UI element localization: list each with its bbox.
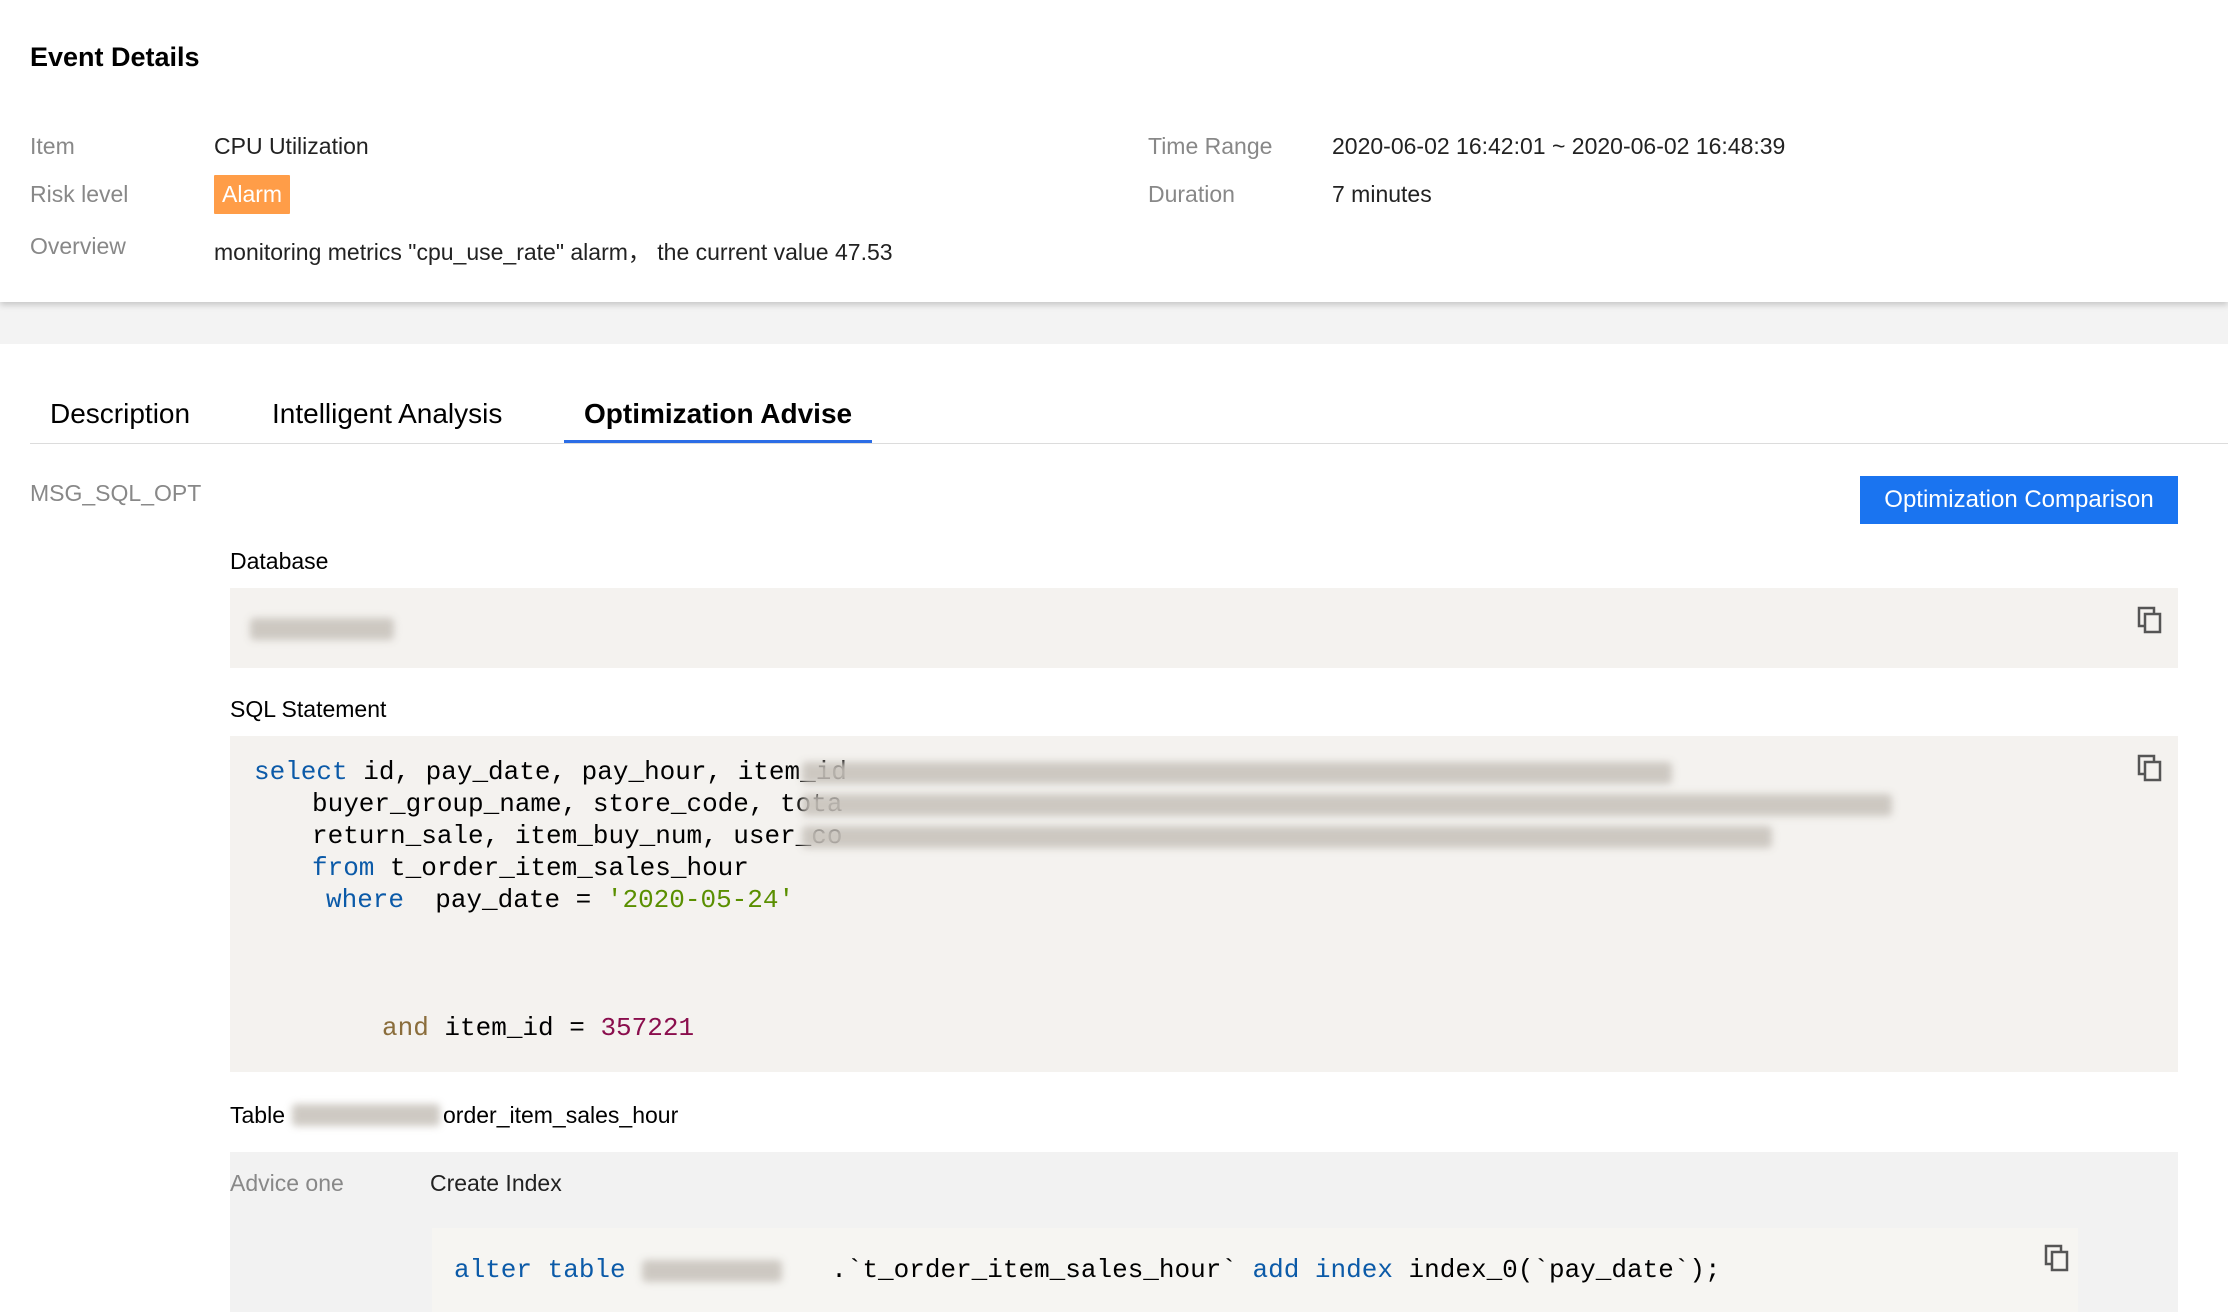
sql-string: '2020-05-24' [606,885,795,915]
time-range-label: Time Range [1148,133,1273,159]
sql-line-3: return_sale, item_buy_num, user_co [312,820,843,852]
message-code: MSG_SQL_OPT [30,480,202,506]
sql-text: id, pay_date, pay_hour, item_id [347,757,847,787]
advice-code-box: alter table .`t_order_item_sales_hour` a… [432,1228,2078,1312]
sql-text: item_id = [428,1013,601,1043]
advice-title: Create Index [430,1170,562,1196]
sql-redacted-2 [802,794,1892,816]
sql-line-5: where pay_date = '2020-05-24' [326,884,794,916]
sql-number: 357221 [600,1013,695,1043]
tab-intelligent-analysis[interactable]: Intelligent Analysis [272,398,502,430]
sql-statement-box: select id, pay_date, pay_hour, item_id b… [230,736,2178,1072]
sql-line-2: buyer_group_name, store_code, tota [312,788,843,820]
duration-value: 7 minutes [1332,181,1432,207]
sql-keyword: add index [1252,1255,1393,1285]
table-label: Table [230,1102,285,1128]
item-value: CPU Utilization [214,133,369,159]
database-label: Database [230,548,329,574]
sql-line-6: and item_id = 357221 [382,1012,694,1044]
active-tab-indicator [564,440,872,443]
section-divider-band [0,302,2228,344]
risk-level-label: Risk level [30,181,129,207]
table-schema-redacted [292,1104,440,1126]
sql-text: pay_date = [404,885,607,915]
database-box [230,588,2178,668]
sql-text: buyer_group_name, store_code, tota [312,789,843,819]
tabs-baseline [30,443,2228,444]
sql-keyword: from [312,853,375,883]
sql-keyword: select [254,757,348,787]
tab-description[interactable]: Description [50,398,190,430]
sql-line-4: from t_order_item_sales_hour [312,852,749,884]
table-name: order_item_sales_hour [443,1102,679,1128]
sql-text: return_sale, item_buy_num, user_co [312,821,843,851]
advice-label: Advice one [230,1170,344,1196]
tab-optimization-advise[interactable]: Optimization Advise [584,398,852,430]
time-range-value: 2020-06-02 16:42:01 ~ 2020-06-02 16:48:3… [1332,133,1786,159]
event-details-panel: Event Details Item CPU Utilization Risk … [0,0,2228,302]
database-name-redacted [250,618,394,640]
overview-value: monitoring metrics "cpu_use_rate" alarm，… [214,239,893,265]
sql-redacted-1 [802,762,1672,784]
optimization-comparison-button[interactable]: Optimization Comparison [1860,476,2178,524]
item-label: Item [30,133,75,159]
copy-icon[interactable] [2137,606,2163,634]
sql-statement-label: SQL Statement [230,696,387,722]
sql-keyword: and [382,1013,429,1043]
copy-icon[interactable] [2137,754,2163,782]
sql-text: .`t_order_item_sales_hour` [815,1255,1253,1285]
sql-keyword: alter table [454,1255,626,1285]
copy-icon[interactable] [2044,1244,2070,1272]
overview-label: Overview [30,233,126,259]
sql-redacted-3 [802,826,1772,848]
sql-text: t_order_item_sales_hour [374,853,749,883]
page-title: Event Details [30,42,200,72]
duration-label: Duration [1148,181,1235,207]
advice-schema-redacted [642,1260,782,1282]
risk-level-badge: Alarm [214,175,291,214]
sql-line-1: select id, pay_date, pay_hour, item_id [254,756,847,788]
sql-keyword: where [326,885,405,915]
sql-text: index_0(`pay_date`); [1392,1255,1721,1285]
